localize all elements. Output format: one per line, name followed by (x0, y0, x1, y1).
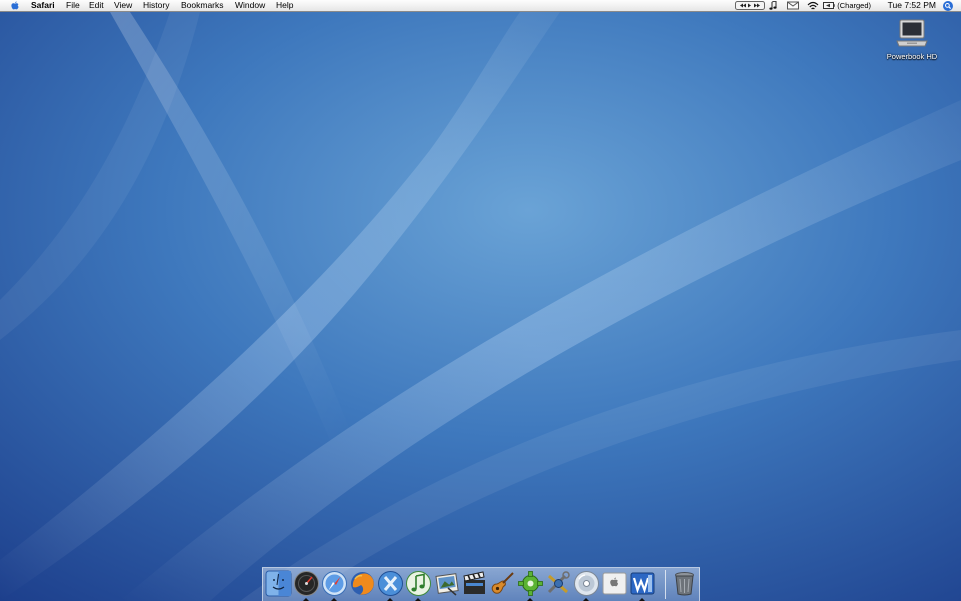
dock-item-iphoto[interactable] (433, 570, 460, 597)
itunes-note-icon[interactable] (769, 1, 777, 10)
apple-box-icon (602, 572, 627, 595)
menu-bookmarks[interactable]: Bookmarks (181, 0, 224, 11)
iphoto-icon (435, 573, 459, 596)
dock-item-imovie[interactable] (461, 570, 488, 597)
dock-item-word[interactable] (629, 570, 656, 597)
dock-item-itunes[interactable] (405, 570, 432, 597)
green-gear-icon (518, 571, 543, 596)
laptop-hard-drive-icon (896, 19, 928, 47)
dock-item-trash[interactable] (671, 570, 698, 597)
menu-history[interactable]: History (143, 0, 169, 11)
desktop-wallpaper (0, 0, 961, 601)
media-controls-icon[interactable] (735, 1, 765, 10)
battery-icon[interactable] (823, 1, 835, 10)
dock-item-gear-app[interactable] (517, 570, 544, 597)
menu-bar: Safari File Edit View History Bookmarks … (0, 0, 961, 12)
desktop-icon-powerbook-hd[interactable]: Powerbook HD (880, 18, 944, 61)
dock-item-apple-app[interactable] (601, 570, 628, 597)
desktop-icon-label: Powerbook HD (886, 52, 938, 61)
dock-item-utility-app[interactable] (545, 570, 572, 597)
guitar-icon (491, 572, 514, 594)
apple-menu-icon[interactable] (10, 1, 20, 11)
dock-item-safari[interactable] (321, 570, 348, 597)
dock-separator (665, 570, 666, 599)
menu-window[interactable]: Window (235, 0, 265, 11)
x-logo-icon (378, 571, 403, 596)
spotlight-search-icon[interactable] (943, 1, 953, 11)
dock-item-garageband[interactable] (489, 570, 516, 597)
itunes-note-icon (406, 571, 431, 596)
menu-file[interactable]: File (66, 0, 80, 11)
wifi-icon[interactable] (807, 1, 819, 11)
menu-clock[interactable]: Tue 7:52 PM (888, 0, 936, 11)
dock-item-dvd-player[interactable] (573, 570, 600, 597)
menu-edit[interactable]: Edit (89, 0, 104, 11)
dock-item-x-app[interactable] (377, 570, 404, 597)
firefox-icon (351, 572, 374, 595)
menu-help[interactable]: Help (276, 0, 293, 11)
tools-icon (547, 571, 570, 594)
dock-item-dashboard[interactable] (293, 570, 320, 597)
clapperboard-icon (463, 571, 485, 594)
dock-item-firefox[interactable] (349, 570, 376, 597)
finder-icon (265, 570, 292, 597)
battery-status-text[interactable]: (Charged) (837, 0, 871, 11)
w-document-icon (630, 572, 655, 595)
safari-compass-icon (322, 571, 347, 596)
desktop-screen: Safari File Edit View History Bookmarks … (0, 0, 961, 601)
display-mirror-icon[interactable] (787, 1, 799, 10)
menu-view[interactable]: View (114, 0, 132, 11)
dock-item-finder[interactable] (265, 570, 292, 597)
trash-can-icon (675, 572, 694, 596)
dashboard-icon (294, 571, 319, 596)
menu-app-name[interactable]: Safari (31, 0, 55, 11)
disc-icon (574, 571, 599, 596)
dock (262, 567, 700, 601)
